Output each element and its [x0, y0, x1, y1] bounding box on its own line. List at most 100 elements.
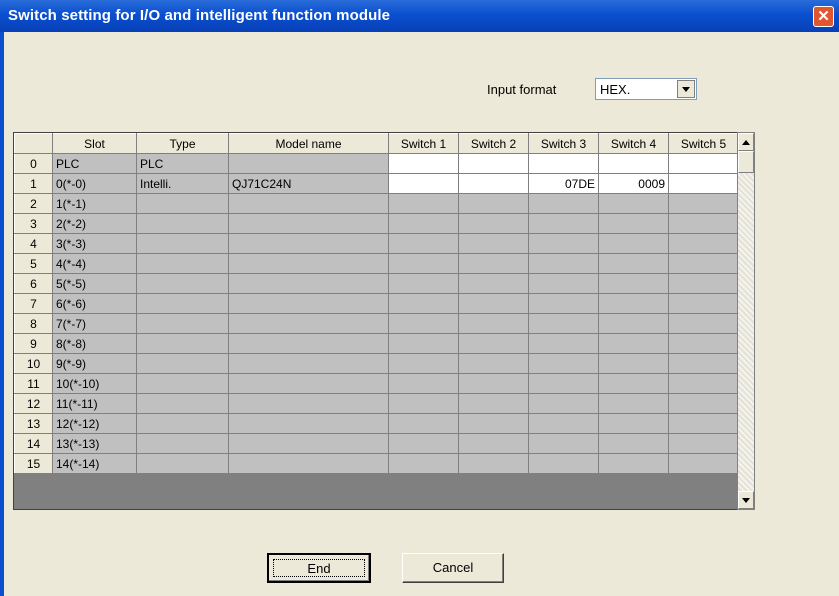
table-cell: [136, 413, 229, 434]
switch-cell[interactable]: [388, 173, 459, 194]
switch-cell: [528, 213, 599, 234]
switch-cell: [458, 253, 529, 274]
table-cell: [136, 253, 229, 274]
table-cell: 9(*-9): [52, 353, 137, 374]
switch-cell: [598, 393, 669, 414]
switch-cell: [458, 273, 529, 294]
column-header: Model name: [228, 133, 389, 154]
row-number: 6: [14, 273, 53, 294]
switch-cell: [598, 373, 669, 394]
table-row: 11 10(*-10): [14, 373, 739, 394]
switch-cell[interactable]: [458, 173, 529, 194]
table-cell: [228, 233, 389, 254]
row-number: 0: [14, 153, 53, 174]
row-number: 8: [14, 313, 53, 334]
table-cell: [228, 293, 389, 314]
table-cell: [136, 233, 229, 254]
row-number: 15: [14, 453, 53, 474]
column-header: Slot: [52, 133, 137, 154]
table-row: 15 14(*-14): [14, 453, 739, 474]
end-button-label: End: [307, 561, 331, 576]
table-cell: [136, 433, 229, 454]
window-title: Switch setting for I/O and intelligent f…: [8, 7, 391, 24]
row-number: 9: [14, 333, 53, 354]
row-number: 10: [14, 353, 53, 374]
table-cell: [228, 313, 389, 334]
switch-cell[interactable]: 0009: [598, 173, 669, 194]
switch-cell: [458, 293, 529, 314]
table-cell: 5(*-5): [52, 273, 137, 294]
switch-cell: [388, 233, 459, 254]
column-header: Switch 4: [598, 133, 669, 154]
switch-cell[interactable]: [668, 173, 739, 194]
scroll-down-icon[interactable]: [738, 491, 754, 509]
row-number: 7: [14, 293, 53, 314]
switch-cell: [388, 413, 459, 434]
table-cell: 7(*-7): [52, 313, 137, 334]
row-number: 4: [14, 233, 53, 254]
switch-cell[interactable]: [528, 153, 599, 174]
table-cell: PLC: [136, 153, 229, 174]
input-format-select[interactable]: HEX.: [595, 78, 697, 100]
switch-cell: [528, 353, 599, 374]
table-cell: [228, 353, 389, 374]
table-cell: PLC: [52, 153, 137, 174]
switch-cell: [388, 353, 459, 374]
switch-cell: [668, 253, 739, 274]
switch-cell: [458, 373, 529, 394]
table-cell: 14(*-14): [52, 453, 137, 474]
table-cell: 11(*-11): [52, 393, 137, 414]
switch-cell: [528, 433, 599, 454]
switch-cell: [668, 193, 739, 214]
switch-cell[interactable]: 07DE: [528, 173, 599, 194]
row-number: 5: [14, 253, 53, 274]
table-row: 10 9(*-9): [14, 353, 739, 374]
table-row: 9 8(*-8): [14, 333, 739, 354]
switch-cell: [668, 453, 739, 474]
cancel-button[interactable]: Cancel: [402, 553, 504, 583]
switch-cell: [528, 413, 599, 434]
scroll-thumb[interactable]: [738, 151, 754, 173]
switch-cell: [528, 333, 599, 354]
switch-cell: [458, 353, 529, 374]
switch-cell: [528, 293, 599, 314]
switch-cell: [668, 333, 739, 354]
table-cell: [136, 353, 229, 374]
row-number: 13: [14, 413, 53, 434]
switch-cell: [668, 313, 739, 334]
switch-cell: [598, 233, 669, 254]
row-number: 2: [14, 193, 53, 214]
table-cell: [136, 213, 229, 234]
chevron-down-icon[interactable]: [677, 80, 695, 98]
table-cell: [136, 313, 229, 334]
table-cell: [228, 213, 389, 234]
switch-cell: [388, 193, 459, 214]
row-number: 11: [14, 373, 53, 394]
close-icon[interactable]: ✕: [813, 6, 834, 27]
switch-cell: [388, 393, 459, 414]
switch-cell: [458, 193, 529, 214]
switch-cell: [458, 393, 529, 414]
table-cell: 13(*-13): [52, 433, 137, 454]
switch-cell: [598, 313, 669, 334]
end-button[interactable]: End: [267, 553, 371, 583]
vertical-scrollbar[interactable]: [737, 132, 755, 510]
row-number: 14: [14, 433, 53, 454]
switch-cell[interactable]: [668, 153, 739, 174]
switch-cell: [668, 413, 739, 434]
switch-cell[interactable]: [598, 153, 669, 174]
switch-cell: [388, 433, 459, 454]
column-header: Switch 1: [388, 133, 459, 154]
scroll-up-icon[interactable]: [738, 133, 754, 151]
table-cell: 12(*-12): [52, 413, 137, 434]
switch-cell: [528, 313, 599, 334]
switch-cell[interactable]: [388, 153, 459, 174]
switch-cell: [668, 213, 739, 234]
switch-cell: [598, 333, 669, 354]
switch-cell[interactable]: [458, 153, 529, 174]
switch-cell: [458, 433, 529, 454]
table-row: 7 6(*-6): [14, 293, 739, 314]
switch-cell: [668, 233, 739, 254]
switch-cell: [388, 293, 459, 314]
table-cell: [228, 253, 389, 274]
